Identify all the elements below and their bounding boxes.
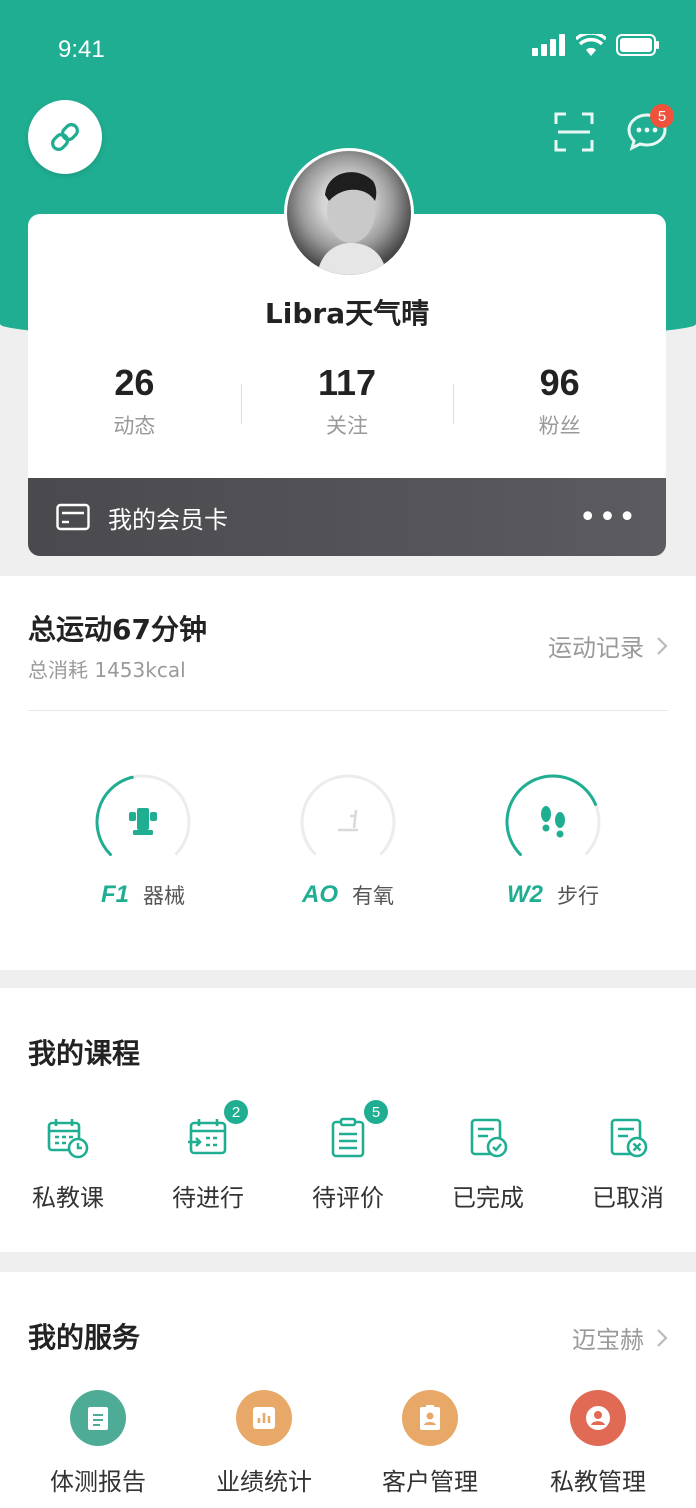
more-button[interactable]: ••• <box>579 500 638 535</box>
course-pending[interactable]: 2 待进行 <box>148 1100 268 1213</box>
course-private[interactable]: 私教课 <box>8 1116 128 1213</box>
services-title: 我的服务 <box>28 1321 141 1354</box>
stat-value: 117 <box>317 362 377 403</box>
gauge-progress-arc <box>505 774 597 857</box>
gauge-progress-arc <box>95 775 134 857</box>
divider <box>28 710 668 711</box>
vendor-label: 迈宝赫 <box>572 1326 644 1354</box>
stat-label: 关注 <box>326 414 368 438</box>
status-time: 9:41 <box>58 36 105 63</box>
gauge-code: AO <box>302 881 338 908</box>
gauge-code: W2 <box>507 881 543 908</box>
service-performance[interactable]: 业绩统计 <box>194 1390 334 1497</box>
report-icon <box>88 1407 108 1430</box>
chevron-right-icon <box>657 1328 668 1347</box>
doc-cancel-icon <box>610 1118 648 1158</box>
stat-label: 动态 <box>113 414 156 438</box>
link-icon <box>51 123 79 151</box>
gauge-name: 步行 <box>557 884 599 908</box>
service-body-report[interactable]: 体测报告 <box>28 1390 168 1497</box>
course-cancelled[interactable]: 已取消 <box>568 1116 688 1213</box>
service-label: 私教管理 <box>550 1468 646 1496</box>
course-label: 待进行 <box>172 1184 244 1212</box>
service-trainer[interactable]: 私教管理 <box>528 1390 668 1497</box>
stat-posts[interactable]: 26 动态 <box>28 362 241 440</box>
battery-icon <box>616 34 659 56</box>
footprints-icon <box>541 806 565 838</box>
stat-followers[interactable]: 96 粉丝 <box>453 362 666 440</box>
my-courses: 我的课程 私教课 2 待进行 5 待评价 已完成 已取消 <box>0 988 696 1252</box>
clipboard-icon <box>331 1117 365 1158</box>
bar-chart-icon <box>253 1407 275 1429</box>
sport-record-link[interactable]: 运动记录 <box>548 628 668 663</box>
course-completed[interactable]: 已完成 <box>428 1116 548 1213</box>
course-badge: 2 <box>224 1100 248 1124</box>
user-icon <box>586 1406 610 1430</box>
stat-value: 26 <box>114 362 155 403</box>
member-card-bar[interactable]: 我的会员卡 ••• <box>28 478 666 556</box>
vendor-link[interactable]: 迈宝赫 <box>572 1320 668 1355</box>
gauge-aerobic[interactable]: AO 有氧 <box>273 772 423 910</box>
stat-following[interactable]: 117 关注 <box>240 362 454 440</box>
gauge-equipment[interactable]: F1 器械 <box>68 772 218 910</box>
gauge-walking[interactable]: W2 步行 <box>478 772 628 910</box>
service-label: 体测报告 <box>50 1468 146 1496</box>
profile-stats: 26 动态 117 关注 96 粉丝 <box>28 362 666 440</box>
sport-record-label: 运动记录 <box>548 634 644 662</box>
wifi-icon <box>576 34 606 56</box>
course-to-review[interactable]: 5 待评价 <box>288 1100 408 1213</box>
status-bar: 9:41 <box>0 0 696 96</box>
stat-label: 粉丝 <box>538 414 581 438</box>
gauge-name: 有氧 <box>352 884 394 908</box>
gauge-track <box>300 774 396 856</box>
trophy-icon <box>129 808 157 835</box>
total-exercise: 总运动67分钟 <box>28 613 207 646</box>
courses-title: 我的课程 <box>28 1037 141 1070</box>
treadmill-icon <box>338 809 358 832</box>
service-label: 业绩统计 <box>216 1468 312 1496</box>
my-services: 我的服务 迈宝赫 体测报告 业绩统计 客户管理 私教管理 <box>0 1272 696 1508</box>
calendar-arrow-icon <box>188 1119 227 1155</box>
scan-icon[interactable] <box>554 112 594 152</box>
chevron-right-icon <box>657 636 668 655</box>
member-card-label: 我的会员卡 <box>108 505 228 534</box>
course-label: 待评价 <box>312 1184 384 1212</box>
badge-icon <box>420 1405 440 1430</box>
calendar-clock-icon <box>47 1119 89 1159</box>
username: Libra天气晴 <box>264 297 430 330</box>
course-label: 私教课 <box>32 1184 104 1212</box>
gauge-code: F1 <box>100 881 129 908</box>
signal-icon <box>532 34 565 56</box>
course-label: 已取消 <box>592 1184 664 1212</box>
avatar-photo <box>317 172 387 275</box>
service-label: 客户管理 <box>382 1468 478 1496</box>
stat-value: 96 <box>539 362 580 403</box>
message-badge: 5 <box>650 104 674 128</box>
card-icon <box>56 503 90 531</box>
link-button[interactable] <box>28 100 102 174</box>
course-badge: 5 <box>364 1100 388 1124</box>
avatar[interactable] <box>284 148 414 278</box>
doc-check-icon <box>470 1118 508 1158</box>
course-label: 已完成 <box>452 1184 524 1212</box>
sport-summary: 总运动67分钟 总消耗 1453kcal 运动记录 F1 器械 AO 有氧 W2… <box>0 576 696 970</box>
gauge-name: 器械 <box>143 884 185 908</box>
total-calories: 总消耗 1453kcal <box>28 658 186 682</box>
service-customers[interactable]: 客户管理 <box>360 1390 500 1497</box>
